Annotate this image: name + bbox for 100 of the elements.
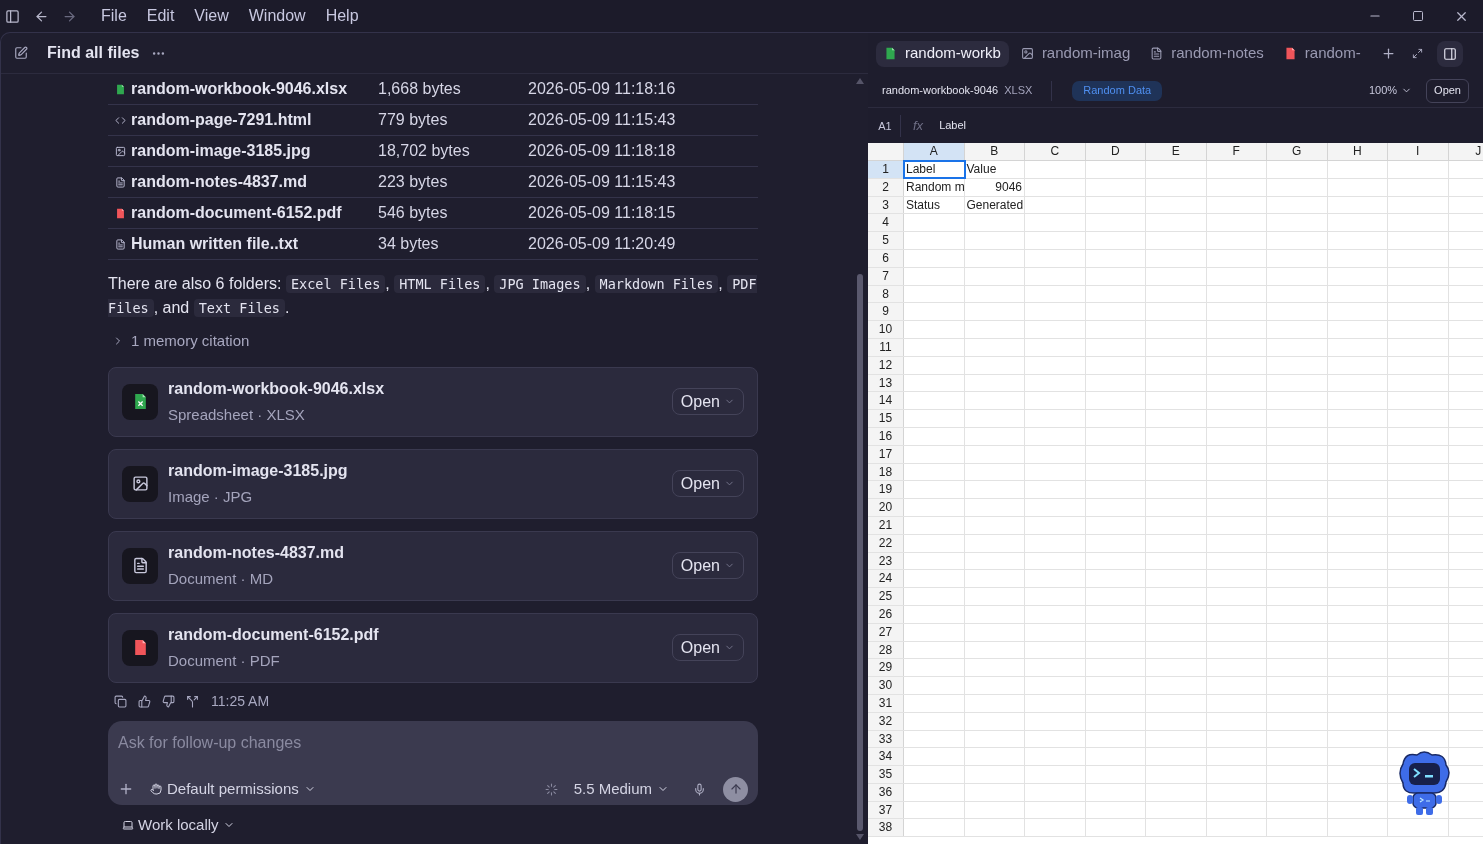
column-header[interactable]: I <box>1388 143 1449 160</box>
thumbs-up-icon[interactable] <box>138 694 151 708</box>
card-file-type: Spreadsheet · XLSX <box>168 404 306 425</box>
memory-citation-toggle[interactable]: 1 memory citation <box>112 330 250 353</box>
file-tab[interactable]: random-notes <box>1142 40 1272 67</box>
image-icon <box>131 475 149 492</box>
sheet-tab[interactable]: Random Data <box>1072 80 1163 101</box>
follow-up-input[interactable]: Ask for follow-up changes <box>118 730 748 755</box>
cell-text: Random m <box>906 179 964 194</box>
card-file-name: random-workbook-9046.xlsx <box>168 378 386 399</box>
file-size: 18,702 bytes <box>378 141 471 161</box>
column-header[interactable]: D <box>1085 143 1146 160</box>
column-header[interactable]: C <box>1025 143 1086 160</box>
row-header[interactable]: 25 <box>868 588 904 605</box>
file-name[interactable]: random-document-6152.pdf <box>131 201 378 225</box>
menu-item[interactable]: File <box>91 4 137 28</box>
add-icon[interactable] <box>118 781 134 797</box>
open-button[interactable]: Open <box>671 552 744 579</box>
card-file-type: Document · PDF <box>168 650 281 671</box>
file-tab[interactable]: random-imag <box>1012 40 1139 67</box>
file-modified-date: 2026-05-09 11:15:43 <box>528 110 676 130</box>
row-header[interactable]: 20 <box>868 499 904 516</box>
column-header[interactable]: J <box>1448 143 1483 160</box>
workspace-dropdown[interactable]: Work locally <box>122 813 235 836</box>
copy-icon[interactable] <box>114 694 127 708</box>
file-name[interactable]: random-image-3185.jpg <box>131 139 378 163</box>
file-name[interactable]: random-notes-4837.md <box>131 170 378 194</box>
open-button[interactable]: Open <box>1426 78 1469 103</box>
file-card[interactable]: random-workbook-9046.xlsx Spreadsheet · XLSX Open <box>108 366 758 437</box>
pdf-file-icon <box>115 207 126 219</box>
send-button[interactable] <box>723 776 748 802</box>
file-card[interactable]: random-document-6152.pdf Document · PDF Open <box>108 612 758 683</box>
row-header[interactable]: 14 <box>868 392 904 410</box>
row-header[interactable]: 30 <box>868 677 904 694</box>
row-header[interactable]: 35 <box>868 766 904 783</box>
composer[interactable]: Ask for follow-up changes Default permissions 5.5 Medium <box>108 720 758 805</box>
row-header[interactable]: 38 <box>868 819 904 837</box>
microphone-icon[interactable] <box>693 782 706 796</box>
permissions-dropdown[interactable]: Default permissions <box>150 777 316 801</box>
card-file-name: random-image-3185.jpg <box>168 460 349 481</box>
thumbs-down-icon[interactable] <box>162 694 175 708</box>
column-header[interactable]: F <box>1206 143 1267 160</box>
file-name[interactable]: random-page-7291.html <box>131 108 378 132</box>
image-icon <box>115 145 126 157</box>
column-header[interactable]: G <box>1267 143 1328 160</box>
menu-item[interactable]: Window <box>238 4 316 28</box>
column-header[interactable]: B <box>964 143 1025 160</box>
document-icon <box>1150 47 1164 60</box>
row-header[interactable]: 4 <box>868 214 904 232</box>
image-icon <box>1020 47 1034 60</box>
row-header[interactable]: 1 <box>868 161 904 178</box>
viewer-file-name: random-workbook-9046 <box>882 83 999 99</box>
panel-toggle-icon[interactable] <box>1442 46 1457 61</box>
thread-title: Find all files <box>47 43 140 63</box>
fork-icon[interactable] <box>186 694 199 708</box>
row-header[interactable]: 29 <box>868 659 904 677</box>
cell-text: Status <box>906 197 941 212</box>
open-button[interactable]: Open <box>671 388 744 415</box>
file-card[interactable]: random-image-3185.jpg Image · JPG Open <box>108 448 758 519</box>
card-file-type: Image · JPG <box>168 486 254 507</box>
file-size: 546 bytes <box>378 203 449 223</box>
file-tab[interactable]: random-workb <box>876 40 1009 67</box>
menu-item[interactable]: Help <box>315 4 369 28</box>
message-time: 11:25 AM <box>211 691 270 711</box>
document-icon <box>115 238 126 250</box>
file-size: 779 bytes <box>378 110 449 130</box>
sidebar-toggle-icon[interactable] <box>5 8 20 24</box>
row-header[interactable]: 34 <box>868 748 904 766</box>
maximize-icon[interactable] <box>1412 10 1424 22</box>
column-header[interactable]: E <box>1146 143 1207 160</box>
column-header[interactable]: A <box>904 143 965 160</box>
open-button[interactable]: Open <box>671 634 744 661</box>
model-dropdown[interactable]: 5.5 Medium <box>573 777 669 801</box>
row-header[interactable]: 5 <box>868 232 904 249</box>
new-tab-icon[interactable] <box>1380 46 1396 61</box>
menu-item[interactable]: Edit <box>136 4 185 28</box>
column-header[interactable]: H <box>1327 143 1388 160</box>
open-button[interactable]: Open <box>671 470 744 497</box>
row-header[interactable]: 10 <box>868 321 904 338</box>
row-header[interactable]: 24 <box>868 570 904 588</box>
file-modified-date: 2026-05-09 11:18:16 <box>528 79 676 99</box>
zoom-dropdown[interactable]: 100% <box>1368 82 1413 99</box>
file-name[interactable]: random-workbook-9046.xlsx <box>131 77 378 101</box>
row-header[interactable]: 15 <box>868 410 904 427</box>
pdf-file-icon <box>1283 47 1297 60</box>
back-arrow-icon[interactable] <box>34 8 49 24</box>
file-card[interactable]: random-notes-4837.md Document · MD Open <box>108 530 758 601</box>
file-size: 34 bytes <box>378 234 440 254</box>
file-size: 223 bytes <box>378 172 449 192</box>
formula-value: Label <box>939 118 967 134</box>
laptop-icon <box>122 818 134 831</box>
file-tab[interactable]: random- <box>1275 40 1369 67</box>
file-name[interactable]: Human written file..txt <box>131 232 378 256</box>
menu-item[interactable]: View <box>184 4 239 28</box>
expand-icon[interactable] <box>1411 48 1423 59</box>
forward-arrow-icon[interactable] <box>62 8 77 24</box>
row-header[interactable]: 9 <box>868 303 904 321</box>
cell-text: Generated <box>966 197 1024 212</box>
new-chat-icon[interactable] <box>14 46 28 60</box>
row-header[interactable]: 19 <box>868 481 904 499</box>
